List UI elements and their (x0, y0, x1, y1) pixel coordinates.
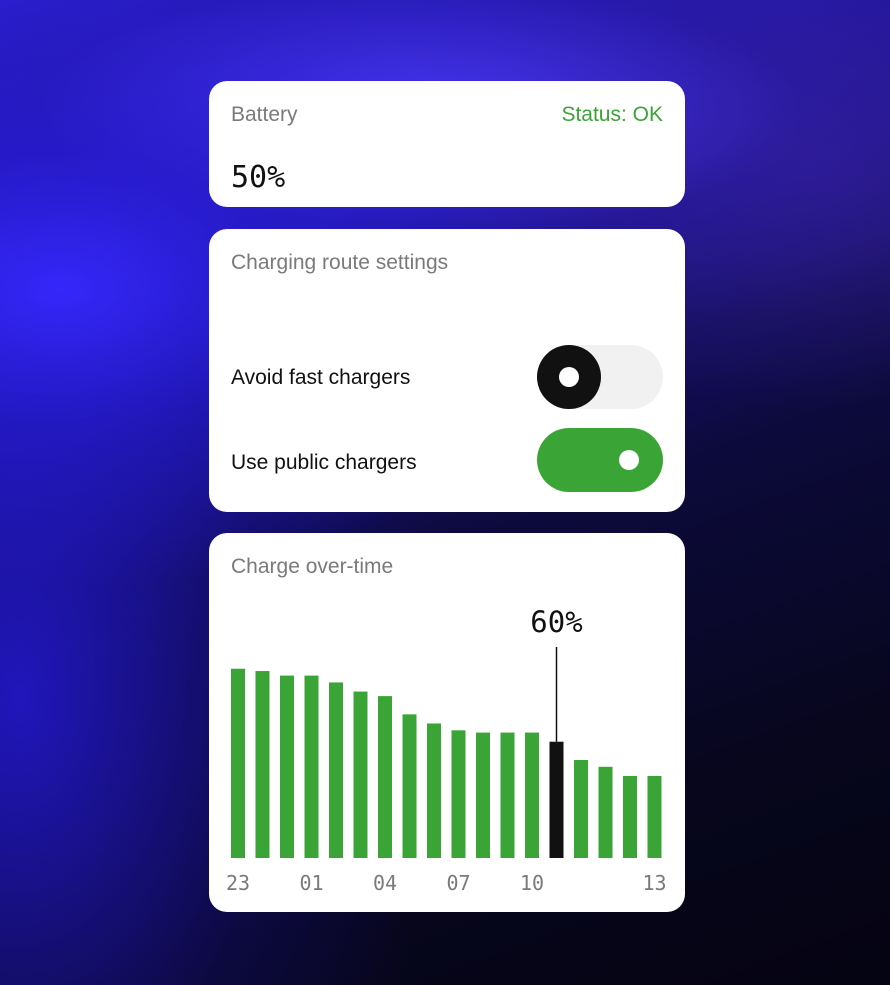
bar[interactable] (353, 691, 368, 858)
bar[interactable] (500, 732, 515, 858)
bar[interactable] (598, 766, 613, 858)
bar[interactable] (255, 671, 270, 858)
x-tick-label: 13 (642, 871, 666, 895)
highlighted-bar[interactable] (549, 741, 564, 858)
x-tick-label: 10 (520, 871, 544, 895)
charge-over-time-card: Charge over-time 60% 23 01 04 07 10 13 (209, 533, 685, 912)
charge-bar-chart: 60% 23 01 04 07 10 13 (226, 605, 667, 895)
x-tick-label: 07 (446, 871, 470, 895)
avoid-fast-chargers-label: Avoid fast chargers (231, 366, 411, 389)
bar[interactable] (647, 775, 662, 858)
battery-status: Status: OK (561, 103, 663, 126)
use-public-chargers-toggle[interactable] (537, 428, 663, 492)
bar[interactable] (623, 775, 637, 858)
bar[interactable] (378, 696, 392, 858)
toggle-knob (537, 345, 601, 409)
x-tick-label: 23 (226, 871, 250, 895)
bar[interactable] (231, 668, 245, 858)
use-public-chargers-label: Use public chargers (231, 451, 417, 474)
battery-title: Battery (231, 103, 298, 126)
x-tick-label: 04 (373, 871, 397, 895)
settings-title: Charging route settings (231, 251, 449, 274)
highlight-value-label: 60% (530, 605, 582, 639)
bar[interactable] (476, 732, 490, 858)
x-tick-label: 01 (299, 871, 323, 895)
charging-route-settings-card: Charging route settings Avoid fast charg… (209, 229, 685, 512)
bar[interactable] (427, 723, 441, 858)
toggle-knob (619, 450, 639, 470)
bar[interactable] (280, 675, 294, 858)
bar[interactable] (451, 730, 466, 858)
bar[interactable] (304, 675, 319, 858)
avoid-fast-chargers-toggle[interactable] (537, 345, 663, 409)
battery-card: Battery Status: OK (209, 81, 685, 207)
bar[interactable] (329, 682, 343, 858)
bar[interactable] (574, 759, 588, 858)
bar[interactable] (402, 714, 417, 858)
bar[interactable] (525, 732, 539, 858)
